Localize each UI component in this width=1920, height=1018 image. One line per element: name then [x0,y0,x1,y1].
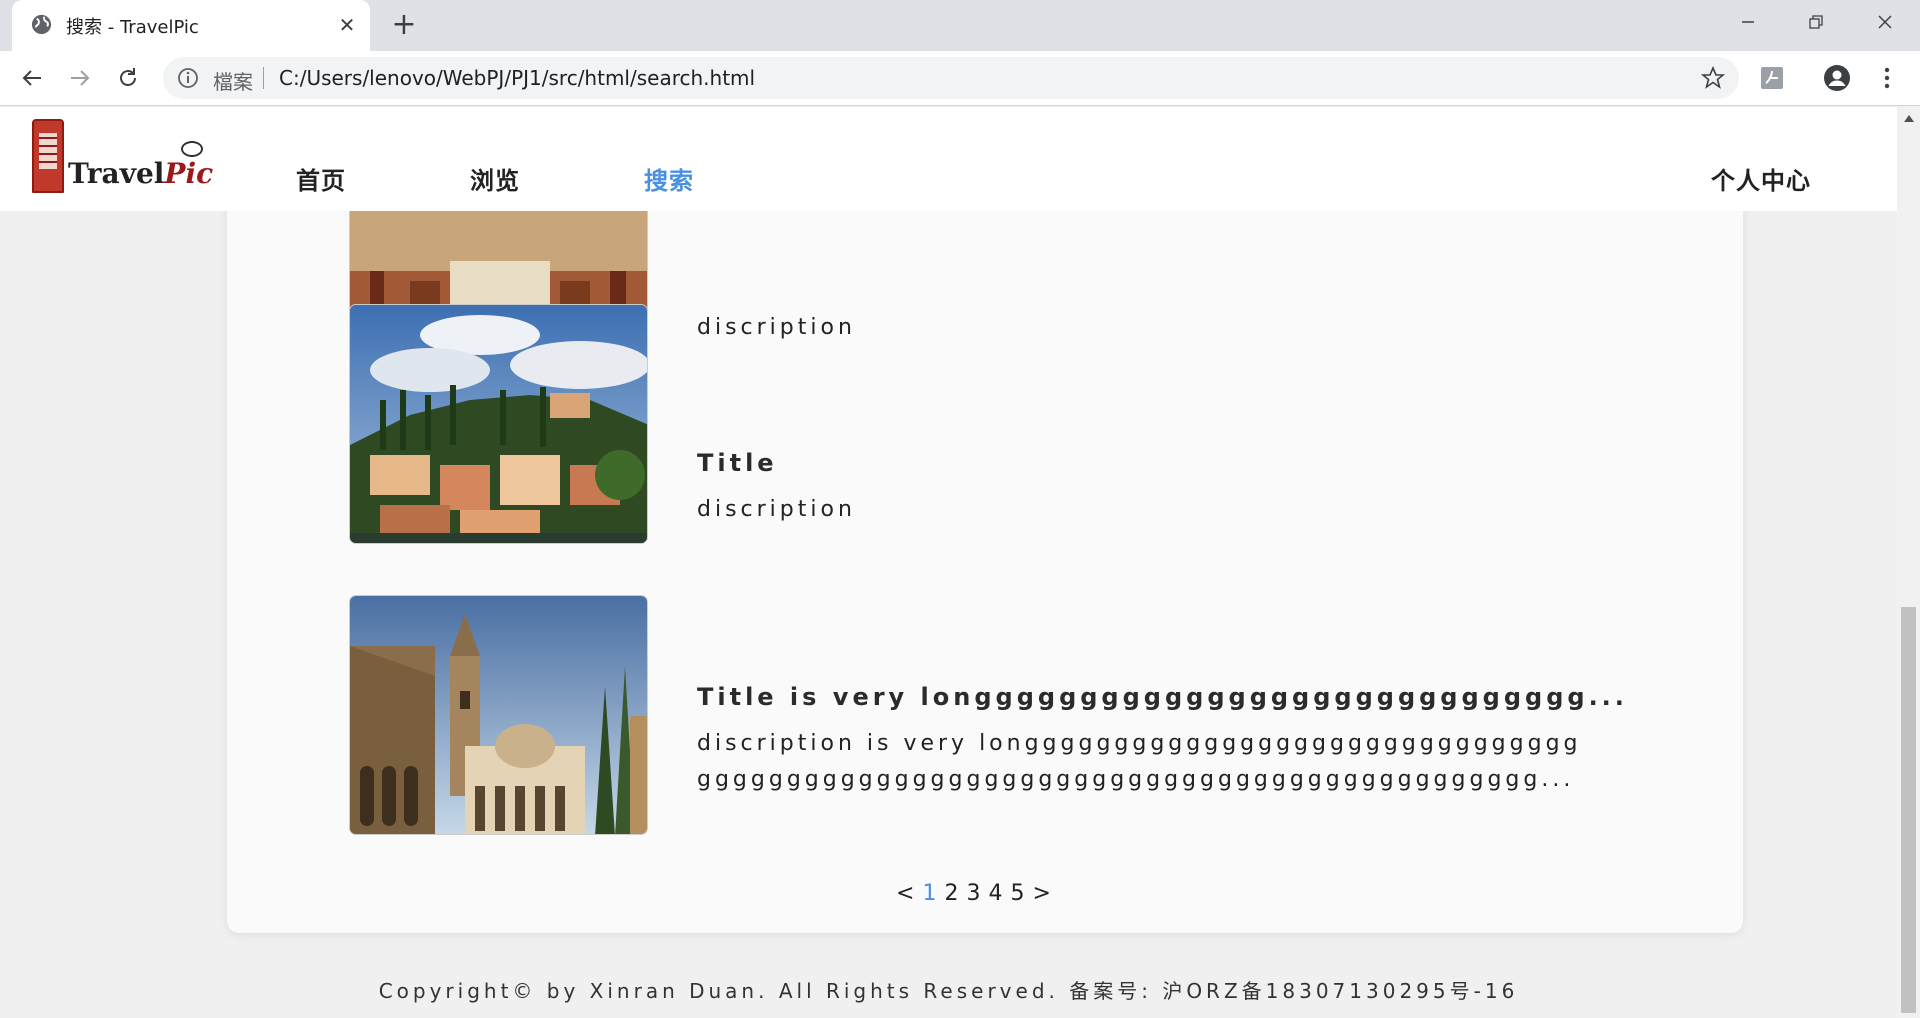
site-header: TravelPic 首页 浏览 搜索 个人中心 [0,107,1897,211]
travelpic-logo[interactable]: TravelPic [28,117,213,201]
prev-page-link[interactable]: < [896,881,914,906]
tab-title: 搜索 - TravelPic [66,17,199,38]
globe-icon [31,14,52,35]
close-icon[interactable] [1851,0,1919,44]
result-description: discription [697,497,856,522]
page-link-2[interactable]: 2 [944,881,958,906]
pdf-extension-icon[interactable] [1757,63,1787,93]
minimize-icon[interactable] [1714,0,1782,44]
logo-text: TravelPic [68,157,214,190]
nav-user-center[interactable]: 个人中心 [1711,161,1811,196]
result-image[interactable] [349,595,648,835]
nav-search[interactable]: 搜索 [644,161,694,196]
nav-home[interactable]: 首页 [296,161,346,196]
bookmark-star-icon[interactable] [1701,66,1725,90]
reload-icon[interactable] [110,60,146,96]
result-description-line-1: discription is very longgggggggggggggggg… [697,731,1582,756]
next-page-link[interactable]: > [1032,881,1050,906]
page-link-1[interactable]: 1 [922,881,936,906]
result-title[interactable]: Title is very longgggggggggggggggggggggg… [697,683,1628,711]
browser-toolbar: 檔案 C:/Users/lenovo/WebPJ/PJ1/src/html/se… [0,51,1920,106]
scroll-up-arrow-icon[interactable] [1897,107,1920,129]
result-description-line-2: gggggggggggggggggggggggggggggggggggggggg… [697,767,1575,792]
nav-browse[interactable]: 浏览 [470,161,520,196]
page-viewport: discription Title discription Title is v… [0,107,1897,1018]
result-description: discription [697,315,856,340]
address-bar[interactable]: 檔案 C:/Users/lenovo/WebPJ/PJ1/src/html/se… [163,57,1739,99]
profile-avatar-icon[interactable] [1822,63,1852,93]
new-tab-button[interactable]: + [388,10,420,42]
speech-bubble-icon [181,141,203,157]
result-title[interactable]: Title [697,449,778,477]
browser-tab[interactable]: 搜索 - TravelPic ✕ [12,0,370,51]
info-icon[interactable] [177,67,199,89]
omnibox-divider [263,67,264,89]
more-menu-icon[interactable] [1872,63,1902,93]
page-link-5[interactable]: 5 [1010,881,1024,906]
restore-icon[interactable] [1782,0,1850,44]
back-arrow-icon[interactable] [14,60,50,96]
phone-booth-icon [32,119,64,193]
tab-strip: 搜索 - TravelPic ✕ + [0,0,1920,51]
security-label: 檔案 [213,70,253,94]
url-text[interactable]: C:/Users/lenovo/WebPJ/PJ1/src/html/searc… [279,66,755,90]
vertical-scrollbar[interactable] [1897,107,1920,1018]
scrollbar-thumb[interactable] [1901,607,1916,1013]
page-link-4[interactable]: 4 [988,881,1002,906]
footer-copyright: Copyright© by Xinran Duan. All Rights Re… [378,979,1519,1003]
tab-close-icon[interactable]: ✕ [334,12,360,38]
page-link-3[interactable]: 3 [966,881,980,906]
result-image[interactable] [349,304,648,544]
forward-arrow-icon[interactable] [62,60,98,96]
pagination: < 1 2 3 4 5 > [896,881,1051,906]
